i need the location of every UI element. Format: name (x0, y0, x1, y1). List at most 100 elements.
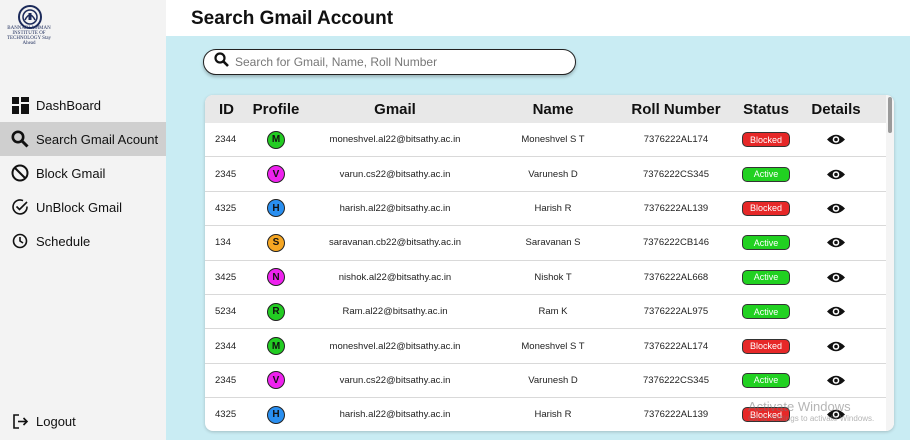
logout-area: Logout (0, 404, 166, 438)
search-icon (10, 129, 30, 149)
cell-details (801, 373, 871, 387)
cell-name: Ram K (538, 306, 568, 318)
header-id: ID (219, 100, 234, 118)
cell-gmail: harish.al22@bitsathy.ac.in (339, 409, 451, 421)
cell-gmail: saravanan.cb22@bitsathy.ac.in (329, 237, 461, 249)
cell-status: Blocked (731, 338, 801, 354)
dashboard-icon (10, 95, 30, 115)
view-details-eye-icon[interactable] (825, 167, 847, 181)
view-details-eye-icon[interactable] (825, 133, 847, 147)
cell-name: Varunesh D (528, 168, 578, 180)
cell-profile: S (247, 233, 305, 252)
cell-roll-number: 7376222CS345 (642, 168, 710, 180)
cell-status: Blocked (731, 407, 801, 423)
page-title: Search Gmail Account (191, 8, 394, 29)
table-row[interactable]: 2344 Mmoneshvel.al22@bitsathy.ac.in Monesh… (205, 123, 894, 158)
avatar: H (267, 199, 285, 218)
cell-details (801, 201, 871, 215)
search-icon (214, 52, 229, 72)
sidebar-item-label: Search Gmail Acount (36, 131, 159, 147)
cell-status: Blocked (731, 132, 801, 148)
sidebar-item-label: Block Gmail (36, 165, 106, 181)
cell-roll-number: 7376222CB146 (642, 237, 710, 249)
sidebar-item-dashboard[interactable]: DashBoard (0, 88, 166, 122)
scrollbar-thumb[interactable] (888, 97, 892, 133)
sidebar-item-unblock-gmail[interactable]: UnBlock Gmail (0, 190, 166, 224)
cell-id: 4325 (215, 202, 237, 214)
table-row[interactable]: 134 Ssaravanan.cb22@bitsathy.ac.in Saravan… (205, 226, 894, 261)
table-header: ID Profile Gmail Name Roll Number Status… (205, 95, 894, 123)
view-details-eye-icon[interactable] (825, 408, 847, 422)
cell-details (801, 133, 871, 147)
cell-profile: V (247, 371, 305, 390)
cell-status: Active (731, 166, 801, 182)
sidebar-item-label: Schedule (36, 233, 91, 249)
logo-text: BANNARI AMMAN INSTITUTE OF TECHNOLOGY St… (6, 26, 52, 46)
status-badge: Blocked (742, 132, 790, 148)
cell-details (801, 408, 871, 422)
main-content: ID Profile Gmail Name Roll Number Status… (166, 36, 910, 440)
avatar: V (267, 165, 285, 184)
status-badge: Active (742, 304, 790, 320)
table-row[interactable]: 2344 Mmoneshvel.al22@bitsathy.ac.in Monesh… (205, 329, 894, 364)
view-details-eye-icon[interactable] (825, 270, 847, 284)
search-input[interactable] (235, 55, 555, 69)
table-row[interactable]: 2345 Vvarun.cs22@bitsathy.ac.in Varunesh D… (205, 364, 894, 399)
table-scrollbar[interactable] (886, 95, 894, 431)
status-badge: Active (742, 235, 790, 251)
cell-details (801, 167, 871, 181)
view-details-eye-icon[interactable] (825, 339, 847, 353)
cell-details (801, 270, 871, 284)
cell-gmail: varun.cs22@bitsathy.ac.in (339, 168, 451, 180)
avatar: V (267, 371, 285, 390)
cell-profile: H (247, 405, 305, 424)
table-row[interactable]: 4325 Hharish.al22@bitsathy.ac.in Harish R 7… (205, 192, 894, 227)
table-row[interactable]: 5234 R Ram.al22@bitsathy.ac.in Ram K 7376222… (205, 295, 894, 330)
sidebar-item-search-gmail[interactable]: Search Gmail Acount (0, 122, 166, 156)
cell-gmail: moneshvel.al22@bitsathy.ac.in (329, 340, 461, 352)
view-details-eye-icon[interactable] (825, 201, 847, 215)
cell-details (801, 339, 871, 353)
header-gmail: Gmail (374, 100, 416, 118)
status-badge: Active (742, 372, 790, 388)
header-status: Status (743, 100, 789, 118)
cell-id: 2345 (215, 168, 237, 180)
cell-status: Blocked (731, 200, 801, 216)
sidebar-item-schedule[interactable]: Schedule (0, 224, 166, 258)
cell-name: Moneshvel S T (521, 340, 585, 352)
cell-profile: H (247, 199, 305, 218)
cell-gmail: harish.al22@bitsathy.ac.in (339, 202, 451, 214)
table-row[interactable]: 3425 Nnishok.al22@bitsathy.ac.in Nishok T 7… (205, 261, 894, 295)
sidebar-item-block-gmail[interactable]: Block Gmail (0, 156, 166, 190)
header-profile: Profile (252, 100, 300, 118)
view-details-eye-icon[interactable] (825, 236, 847, 250)
avatar: N (267, 268, 285, 287)
cell-id: 134 (215, 237, 231, 249)
table-row[interactable]: 2345 Vvarun.cs22@bitsathy.ac.in Varunesh D… (205, 157, 894, 192)
block-icon (10, 163, 30, 183)
app-window: BANNARI AMMAN INSTITUTE OF TECHNOLOGY St… (0, 0, 910, 440)
header-name: Name (532, 100, 574, 118)
sidebar: BANNARI AMMAN INSTITUTE OF TECHNOLOGY St… (0, 0, 166, 440)
cell-status: Active (731, 235, 801, 251)
sidebar-item-label: UnBlock Gmail (36, 199, 122, 215)
status-badge: Blocked (742, 407, 790, 423)
header-details: Details (811, 100, 861, 118)
cell-roll-number: 7376222AL139 (643, 409, 709, 421)
cell-id: 2344 (215, 340, 237, 352)
search-bar[interactable] (203, 49, 576, 75)
cell-roll-number: 7376222AL174 (643, 340, 709, 352)
cell-gmail: varun.cs22@bitsathy.ac.in (339, 374, 451, 386)
cell-profile: R (247, 302, 305, 321)
cell-name: Nishok T (534, 271, 572, 283)
logout-button[interactable]: Logout (0, 404, 166, 438)
cell-name: Saravanan S (525, 237, 581, 249)
cell-profile: V (247, 165, 305, 184)
table-row[interactable]: 4325 Hharish.al22@bitsathy.ac.in Harish R 7… (205, 398, 894, 431)
check-circle-icon (10, 197, 30, 217)
view-details-eye-icon[interactable] (825, 373, 847, 387)
clock-icon (10, 231, 30, 251)
sidebar-nav: DashBoard Search Gmail Acount Block Gmai… (0, 88, 166, 258)
view-details-eye-icon[interactable] (825, 305, 847, 319)
cell-id: 3425 (215, 271, 237, 283)
